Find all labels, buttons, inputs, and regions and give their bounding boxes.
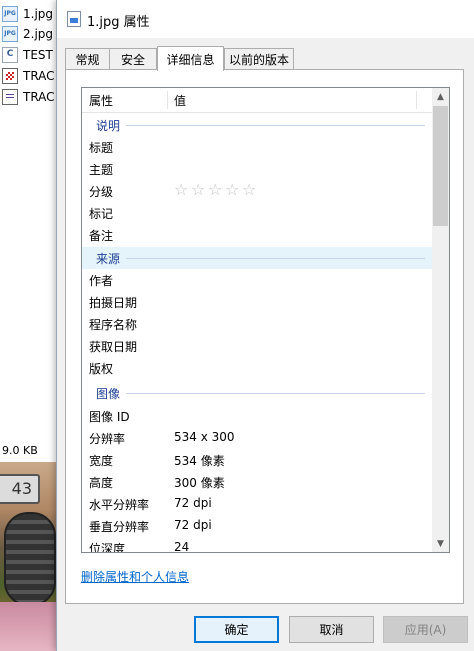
column-divider[interactable] bbox=[167, 91, 168, 109]
apply-button[interactable]: 应用(A) bbox=[383, 616, 468, 643]
group-header-image[interactable]: 图像 bbox=[82, 382, 433, 404]
property-value[interactable]: 300 像素 bbox=[174, 474, 225, 491]
scroll-down-icon[interactable]: ▼ bbox=[432, 535, 449, 552]
dialog-title: 1.jpg 属性 bbox=[87, 15, 150, 30]
property-name: 高度 bbox=[89, 476, 114, 490]
property-row[interactable]: 程序名称 bbox=[82, 313, 433, 335]
property-name: 图像 ID bbox=[89, 410, 130, 424]
property-row[interactable]: 高度 300 像素 bbox=[82, 471, 433, 493]
property-row[interactable]: 垂直分辨率 72 dpi bbox=[82, 515, 433, 537]
file-item-5[interactable]: TRAC bbox=[2, 87, 55, 107]
property-name: 备注 bbox=[89, 229, 114, 243]
properties-dialog: 1.jpg 属性 常规 安全 详细信息 以前的版本 属性 值 说明 标题 主题 … bbox=[56, 0, 474, 651]
star-icon[interactable]: ☆ bbox=[242, 181, 259, 199]
tab-general[interactable]: 常规 bbox=[65, 48, 110, 70]
image-preview: 43 bbox=[0, 462, 56, 651]
text-file-icon bbox=[2, 89, 18, 105]
file-size-text: 9.0 KB bbox=[2, 444, 38, 457]
scrollbar-thumb[interactable] bbox=[433, 106, 448, 226]
tab-previous-versions[interactable]: 以前的版本 bbox=[224, 48, 294, 70]
file-item-3[interactable]: TEST bbox=[2, 45, 53, 65]
group-label: 来源 bbox=[96, 252, 121, 266]
image-file-icon bbox=[67, 11, 81, 27]
property-name: 分辨率 bbox=[89, 432, 126, 446]
property-name: 位深度 bbox=[89, 542, 126, 553]
property-row[interactable]: 作者 bbox=[82, 269, 433, 291]
property-row[interactable]: 水平分辨率 72 dpi bbox=[82, 493, 433, 515]
file-name: TEST bbox=[23, 48, 53, 62]
file-name: TRAC bbox=[23, 90, 55, 104]
file-name: 2.jpg bbox=[23, 27, 54, 41]
file-item-2[interactable]: 2.jpg bbox=[2, 24, 53, 44]
property-name: 分级 bbox=[89, 185, 114, 199]
property-name: 获取日期 bbox=[89, 340, 138, 354]
property-value[interactable]: 24 bbox=[174, 540, 189, 552]
property-row[interactable]: 宽度 534 像素 bbox=[82, 449, 433, 471]
property-row[interactable]: 分辨率 534 x 300 bbox=[82, 427, 433, 449]
jpg-file-icon bbox=[2, 26, 18, 42]
scroll-up-icon[interactable]: ▲ bbox=[432, 88, 449, 105]
group-label: 说明 bbox=[96, 119, 121, 133]
property-row[interactable]: 获取日期 bbox=[82, 335, 433, 357]
star-icon[interactable]: ☆ bbox=[174, 181, 191, 199]
file-item-1[interactable]: 1.jpg bbox=[2, 4, 53, 24]
star-icon[interactable]: ☆ bbox=[225, 181, 242, 199]
property-value[interactable]: 534 像素 bbox=[174, 452, 225, 469]
rating-stars[interactable]: ☆ ☆ ☆ ☆ ☆ bbox=[174, 181, 259, 199]
star-icon[interactable]: ☆ bbox=[191, 181, 208, 199]
property-name: 程序名称 bbox=[89, 318, 138, 332]
property-name: 作者 bbox=[89, 274, 114, 288]
property-row[interactable]: 拍摄日期 bbox=[82, 291, 433, 313]
group-divider bbox=[126, 125, 425, 126]
group-divider bbox=[126, 258, 425, 259]
c-source-file-icon bbox=[2, 47, 18, 63]
property-list[interactable]: 属性 值 说明 标题 主题 分级 ☆ ☆ ☆ ☆ ☆ 标记 备注 来源 作者 拍… bbox=[81, 87, 450, 553]
property-name: 主题 bbox=[89, 163, 114, 177]
property-value[interactable]: 72 dpi bbox=[174, 496, 212, 510]
property-row[interactable]: 位深度 24 bbox=[82, 537, 433, 553]
group-label: 图像 bbox=[96, 387, 121, 401]
column-header-property[interactable]: 属性 bbox=[89, 92, 113, 109]
file-name: 1.jpg bbox=[23, 7, 54, 21]
property-name: 版权 bbox=[89, 362, 114, 376]
property-name: 标记 bbox=[89, 207, 114, 221]
group-header-description[interactable]: 说明 bbox=[82, 114, 433, 136]
column-header-value[interactable]: 值 bbox=[174, 92, 186, 109]
remove-properties-link[interactable]: 删除属性和个人信息 bbox=[81, 568, 189, 585]
property-row[interactable]: 版权 bbox=[82, 357, 433, 379]
group-divider bbox=[126, 393, 425, 394]
group-header-origin[interactable]: 来源 bbox=[82, 247, 433, 269]
property-name: 宽度 bbox=[89, 454, 114, 468]
trac-file-icon bbox=[2, 68, 18, 84]
tab-details[interactable]: 详细信息 bbox=[157, 46, 224, 71]
property-row[interactable]: 主题 bbox=[82, 158, 433, 180]
property-name: 拍摄日期 bbox=[89, 296, 138, 310]
jpg-file-icon bbox=[2, 6, 18, 22]
property-row[interactable]: 标记 bbox=[82, 202, 433, 224]
file-item-4[interactable]: TRAC bbox=[2, 66, 55, 86]
details-panel: 属性 值 说明 标题 主题 分级 ☆ ☆ ☆ ☆ ☆ 标记 备注 来源 作者 拍… bbox=[65, 69, 464, 604]
property-value[interactable]: 534 x 300 bbox=[174, 430, 235, 444]
tire-graphic bbox=[4, 512, 56, 606]
property-row[interactable]: 标题 bbox=[82, 136, 433, 158]
column-divider[interactable] bbox=[416, 91, 417, 109]
property-name: 垂直分辨率 bbox=[89, 520, 150, 534]
property-value[interactable]: 72 dpi bbox=[174, 518, 212, 532]
property-row[interactable]: 图像 ID bbox=[82, 405, 433, 427]
property-row-rating[interactable]: 分级 ☆ ☆ ☆ ☆ ☆ bbox=[82, 180, 433, 202]
tab-security[interactable]: 安全 bbox=[109, 48, 157, 70]
vertical-scrollbar[interactable]: ▲ ▼ bbox=[432, 88, 449, 552]
license-plate: 43 bbox=[0, 474, 40, 504]
ok-button[interactable]: 确定 bbox=[194, 616, 279, 643]
star-icon[interactable]: ☆ bbox=[208, 181, 225, 199]
list-header: 属性 值 bbox=[82, 88, 433, 113]
explorer-file-list: 1.jpg 2.jpg TEST TRAC TRAC bbox=[0, 0, 56, 440]
preview-bottom bbox=[0, 602, 56, 651]
property-name: 水平分辨率 bbox=[89, 498, 150, 512]
title-bar[interactable]: 1.jpg 属性 bbox=[57, 0, 474, 38]
cancel-button[interactable]: 取消 bbox=[289, 616, 374, 643]
property-row[interactable]: 备注 bbox=[82, 224, 433, 246]
property-name: 标题 bbox=[89, 141, 114, 155]
file-name: TRAC bbox=[23, 69, 55, 83]
